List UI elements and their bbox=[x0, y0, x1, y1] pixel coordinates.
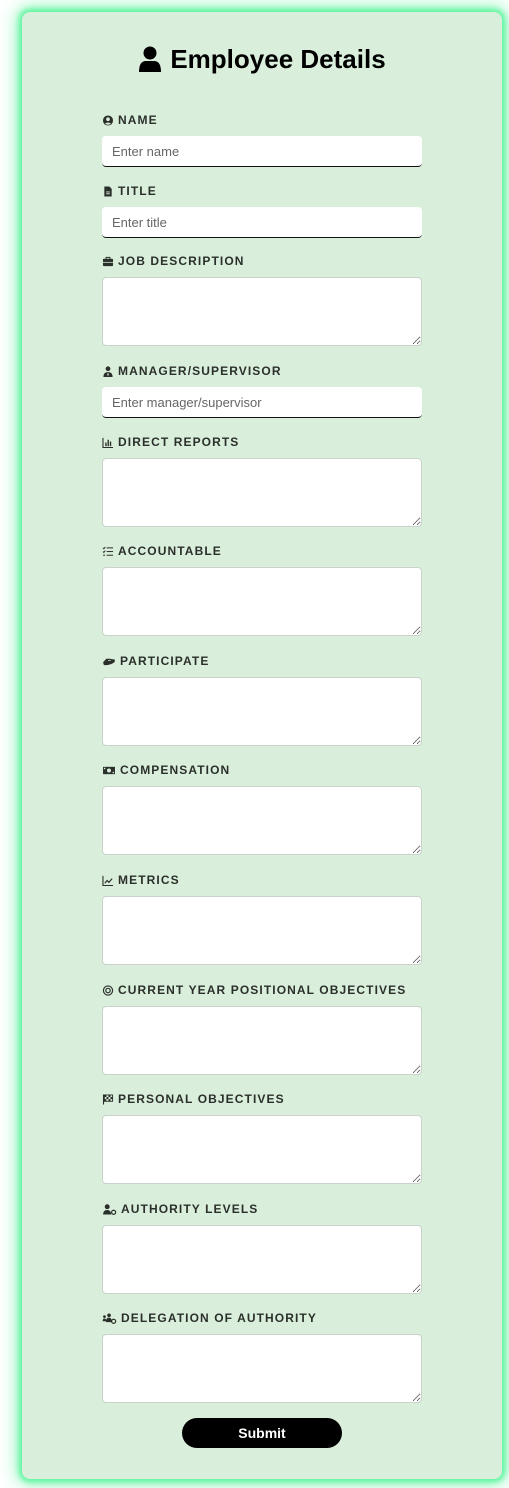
flag-checkered-icon bbox=[102, 1093, 114, 1105]
field-compensation: COMPENSATION bbox=[102, 762, 422, 855]
job-description-label: JOB DESCRIPTION bbox=[118, 254, 245, 268]
bullseye-icon bbox=[102, 984, 114, 996]
chart-bar-icon bbox=[102, 437, 114, 448]
name-label: NAME bbox=[118, 113, 158, 127]
handshake-icon bbox=[103, 658, 115, 665]
user-tie-icon bbox=[103, 365, 113, 377]
field-delegation-of-authority: DELEGATION OF AUTHORITY bbox=[102, 1310, 422, 1403]
personal-objectives-label: PERSONAL OBJECTIVES bbox=[118, 1092, 285, 1106]
manager-label: MANAGER/SUPERVISOR bbox=[118, 364, 282, 378]
user-cog-icon bbox=[103, 1203, 117, 1215]
submit-button[interactable]: Submit bbox=[182, 1418, 342, 1448]
accountable-label: ACCOUNTABLE bbox=[118, 544, 222, 558]
accountable-textarea[interactable] bbox=[102, 567, 422, 636]
direct-reports-label: DIRECT REPORTS bbox=[118, 435, 240, 449]
authority-levels-textarea[interactable] bbox=[102, 1225, 422, 1294]
current-year-objectives-label: CURRENT YEAR POSITIONAL OBJECTIVES bbox=[118, 983, 407, 997]
user-circle-icon bbox=[102, 114, 114, 126]
chart-line-icon bbox=[102, 875, 114, 886]
field-direct-reports: DIRECT REPORTS bbox=[102, 434, 422, 527]
field-current-year-objectives: CURRENT YEAR POSITIONAL OBJECTIVES bbox=[102, 982, 422, 1075]
delegation-of-authority-label: DELEGATION OF AUTHORITY bbox=[121, 1311, 317, 1325]
field-participate: PARTICIPATE bbox=[102, 653, 422, 746]
title-label: TITLE bbox=[118, 184, 157, 198]
metrics-textarea[interactable] bbox=[102, 896, 422, 965]
name-input[interactable] bbox=[102, 136, 422, 167]
compensation-label: COMPENSATION bbox=[120, 763, 231, 777]
employee-details-card: Employee Details NAME TITLE JOB DESCRIPT… bbox=[22, 12, 502, 1479]
file-icon bbox=[104, 185, 112, 197]
briefcase-icon bbox=[102, 256, 114, 266]
field-title: TITLE bbox=[102, 183, 422, 238]
field-personal-objectives: PERSONAL OBJECTIVES bbox=[102, 1091, 422, 1184]
title-input[interactable] bbox=[102, 207, 422, 238]
user-icon bbox=[139, 46, 162, 72]
field-job-description: JOB DESCRIPTION bbox=[102, 253, 422, 346]
manager-input[interactable] bbox=[102, 387, 422, 418]
money-bill-icon bbox=[103, 766, 115, 774]
form-title: Employee Details bbox=[22, 42, 502, 76]
direct-reports-textarea[interactable] bbox=[102, 458, 422, 527]
field-metrics: METRICS bbox=[102, 872, 422, 965]
metrics-label: METRICS bbox=[118, 873, 180, 887]
job-description-textarea[interactable] bbox=[102, 277, 422, 346]
participate-textarea[interactable] bbox=[102, 677, 422, 746]
field-authority-levels: AUTHORITY LEVELS bbox=[102, 1201, 422, 1294]
list-check-icon bbox=[102, 546, 114, 556]
field-manager: MANAGER/SUPERVISOR bbox=[102, 363, 422, 418]
personal-objectives-textarea[interactable] bbox=[102, 1115, 422, 1184]
field-name: NAME bbox=[102, 112, 422, 167]
current-year-objectives-textarea[interactable] bbox=[102, 1006, 422, 1075]
field-accountable: ACCOUNTABLE bbox=[102, 543, 422, 636]
form-title-text: Employee Details bbox=[170, 43, 386, 74]
delegation-of-authority-textarea[interactable] bbox=[102, 1334, 422, 1403]
authority-levels-label: AUTHORITY LEVELS bbox=[121, 1202, 259, 1216]
users-cog-icon bbox=[102, 1312, 117, 1324]
compensation-textarea[interactable] bbox=[102, 786, 422, 855]
participate-label: PARTICIPATE bbox=[120, 654, 210, 668]
